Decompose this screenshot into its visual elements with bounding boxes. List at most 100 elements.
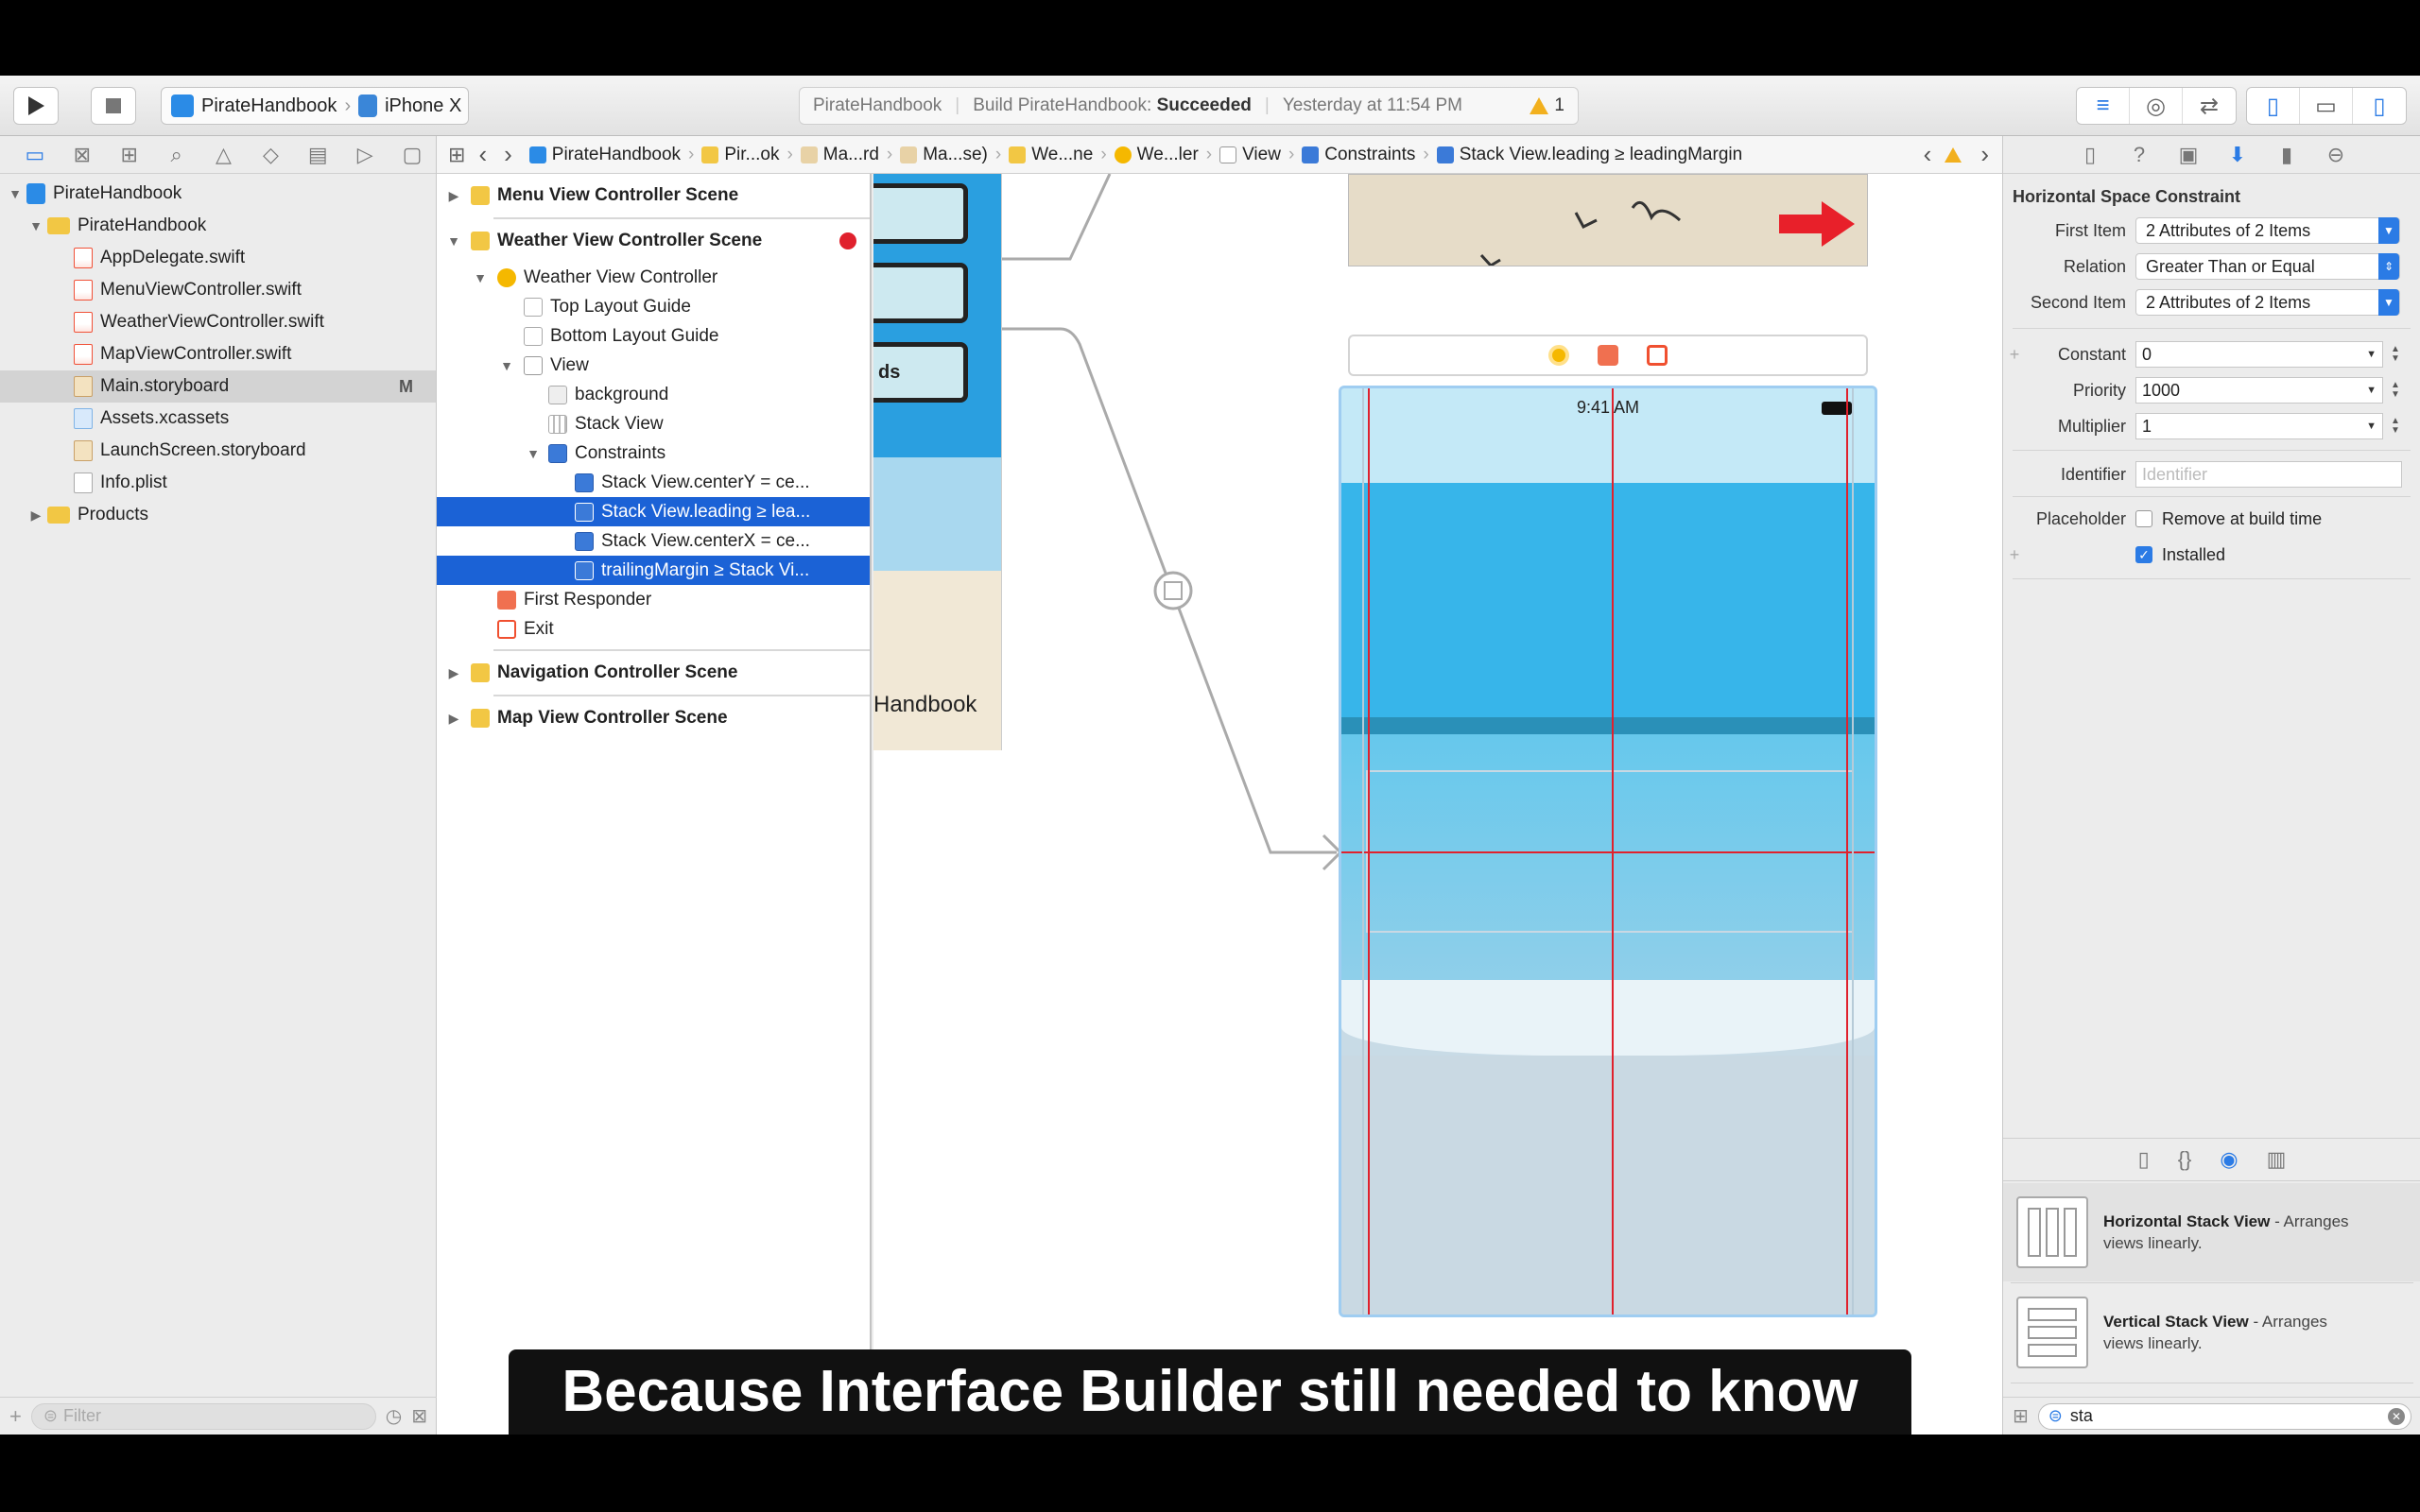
jump-item-controller[interactable]: We...ler: [1114, 145, 1199, 165]
dropdown-icon[interactable]: ▼: [2366, 421, 2377, 432]
quick-help-icon[interactable]: ?: [2124, 143, 2154, 167]
constant-stepper[interactable]: ▲ ▼: [2389, 345, 2402, 364]
error-icon[interactable]: [839, 232, 856, 249]
library-search-input[interactable]: ⊜ sta ✕: [2037, 1402, 2411, 1430]
constant-field[interactable]: 0 ▼: [2135, 341, 2383, 368]
inspector-toggle-icon[interactable]: ▯: [2353, 88, 2406, 124]
outline-item[interactable]: background: [437, 380, 870, 409]
multiplier-stepper[interactable]: ▲ ▼: [2389, 417, 2402, 436]
code-snippet-icon[interactable]: {}: [2178, 1147, 2192, 1172]
assistant-editor-icon[interactable]: ◎: [2130, 88, 2183, 124]
add-variation-icon[interactable]: +: [2003, 545, 2026, 565]
installed-checkbox[interactable]: ✓: [2135, 546, 2152, 563]
outline-constraint[interactable]: Stack View.centerX = ce...: [437, 526, 870, 556]
jump-item-project[interactable]: PirateHandbook: [528, 145, 681, 165]
run-button[interactable]: [13, 87, 59, 125]
jump-item-scene[interactable]: We...ne: [1009, 145, 1093, 165]
identity-inspector-icon[interactable]: ▣: [2173, 143, 2204, 167]
tree-item-group[interactable]: ▶ Products: [0, 499, 436, 531]
issue-icon[interactable]: △: [200, 143, 248, 167]
remove-at-build-checkbox[interactable]: [2135, 510, 2152, 527]
file-template-icon[interactable]: ▯: [2138, 1147, 2150, 1172]
warning-icon[interactable]: [1945, 146, 1962, 163]
scheme-selector[interactable]: PirateHandbook › iPhone X: [161, 87, 469, 125]
outline-item[interactable]: ▼ View: [437, 351, 870, 380]
add-icon[interactable]: +: [9, 1404, 22, 1429]
test-icon[interactable]: ◇: [247, 143, 294, 167]
tree-item-file[interactable]: MapViewController.swift: [0, 338, 436, 370]
second-item-popup[interactable]: 2 Attributes of 2 Items ▼: [2135, 289, 2400, 316]
search-icon[interactable]: ⌕: [153, 143, 200, 167]
hierarchy-icon[interactable]: ⊞: [106, 143, 153, 167]
disclosure-open-icon[interactable]: ▼: [444, 233, 463, 249]
connections-inspector-icon[interactable]: ⊖: [2321, 143, 2351, 167]
outline-scene[interactable]: ▶ Navigation Controller Scene: [437, 651, 870, 695]
tree-item-file[interactable]: Assets.xcassets: [0, 403, 436, 435]
disclosure-open-icon[interactable]: ▼: [26, 218, 45, 233]
outline-scene[interactable]: ▼ Weather View Controller Scene: [437, 219, 870, 263]
outline-scene[interactable]: ▶ Map View Controller Scene: [437, 696, 870, 740]
tree-item-file[interactable]: WeatherViewController.swift: [0, 306, 436, 338]
navigator-filter-input[interactable]: ⊜ Filter: [30, 1402, 376, 1430]
jump-item-group[interactable]: Pir...ok: [701, 145, 779, 165]
outline-item[interactable]: Stack View: [437, 409, 870, 438]
outline-item[interactable]: ▼ Weather View Controller: [437, 263, 870, 292]
outline-item[interactable]: First Responder: [437, 585, 870, 614]
disclosure-closed-icon[interactable]: ▶: [444, 188, 463, 204]
recent-icon[interactable]: ◷: [386, 1404, 402, 1428]
outline-item[interactable]: Bottom Layout Guide: [437, 321, 870, 351]
grid-view-icon[interactable]: ⊞: [2013, 1404, 2029, 1428]
editor-mode-segment[interactable]: ≡ ◎ ⇄: [2076, 87, 2237, 125]
outline-constraint-selected[interactable]: Stack View.leading ≥ lea...: [437, 497, 870, 526]
prev-issue-icon[interactable]: ‹: [1924, 140, 1932, 169]
navigator-toggle-icon[interactable]: ▯: [2247, 88, 2300, 124]
file-inspector-icon[interactable]: ▯: [2075, 143, 2105, 167]
outline-constraint[interactable]: Stack View.centerY = ce...: [437, 468, 870, 497]
first-responder-icon[interactable]: [1598, 345, 1618, 366]
exit-icon[interactable]: [1647, 345, 1668, 366]
media-library-icon[interactable]: ▥: [2267, 1147, 2287, 1172]
forward-icon[interactable]: ›: [504, 140, 512, 169]
outline-constraint-selected[interactable]: trailingMargin ≥ Stack Vi...: [437, 556, 870, 585]
dropdown-icon[interactable]: ▼: [2366, 349, 2377, 360]
library-item-vertical-stack[interactable]: Vertical Stack View - Arranges views line…: [2003, 1283, 2420, 1382]
first-item-popup[interactable]: 2 Attributes of 2 Items ▼: [2135, 217, 2400, 244]
tree-item-group[interactable]: ▼ PirateHandbook: [0, 210, 436, 242]
outline-scene[interactable]: ▶ Menu View Controller Scene: [437, 181, 870, 210]
stop-button[interactable]: [91, 87, 136, 125]
next-issue-icon[interactable]: ›: [1980, 140, 1989, 169]
disclosure-closed-icon[interactable]: ▶: [26, 507, 45, 524]
size-inspector-icon[interactable]: ▮: [2272, 143, 2302, 167]
warning-indicator[interactable]: 1: [1530, 95, 1564, 116]
tree-item-file[interactable]: Info.plist: [0, 467, 436, 499]
outline-item[interactable]: ▼ Constraints: [437, 438, 870, 468]
jump-item-storyboard-base[interactable]: Ma...se): [900, 145, 988, 165]
jump-item-view[interactable]: View: [1219, 145, 1281, 165]
report-icon[interactable]: ▢: [389, 143, 436, 167]
priority-stepper[interactable]: ▲ ▼: [2389, 381, 2402, 400]
multiplier-field[interactable]: 1 ▼: [2135, 413, 2383, 439]
debug-icon[interactable]: ▤: [294, 143, 341, 167]
dropdown-icon[interactable]: ▼: [2366, 385, 2377, 396]
view-controller-icon[interactable]: [1548, 345, 1569, 366]
relation-popup[interactable]: Greater Than or Equal ⇕: [2135, 253, 2400, 280]
version-editor-icon[interactable]: ⇄: [2183, 88, 2236, 124]
back-icon[interactable]: ‹: [478, 140, 487, 169]
jump-item-constraints[interactable]: Constraints: [1302, 145, 1415, 165]
object-library-icon[interactable]: ◉: [2220, 1147, 2238, 1172]
related-items-icon[interactable]: ⊞: [448, 143, 465, 167]
tree-item-project[interactable]: ▼ PirateHandbook: [0, 178, 436, 210]
clear-icon[interactable]: ✕: [2388, 1407, 2405, 1425]
add-variation-icon[interactable]: +: [2003, 345, 2026, 365]
tree-item-file[interactable]: MenuViewController.swift: [0, 274, 436, 306]
outline-item[interactable]: Exit: [437, 614, 870, 644]
disclosure-open-icon[interactable]: ▼: [497, 358, 516, 373]
weather-scene-device[interactable]: 9:41 AM: [1339, 386, 1877, 1317]
priority-field[interactable]: 1000 ▼: [2135, 377, 2383, 404]
panel-toggle-segment[interactable]: ▯ ▭ ▯: [2246, 87, 2407, 125]
tree-item-file[interactable]: LaunchScreen.storyboard: [0, 435, 436, 467]
jump-item-storyboard[interactable]: Ma...rd: [800, 145, 879, 165]
library-item-horizontal-stack[interactable]: Horizontal Stack View - Arranges views li…: [2003, 1183, 2420, 1281]
disclosure-open-icon[interactable]: ▼: [524, 446, 543, 461]
breakpoint-icon[interactable]: ▷: [341, 143, 389, 167]
